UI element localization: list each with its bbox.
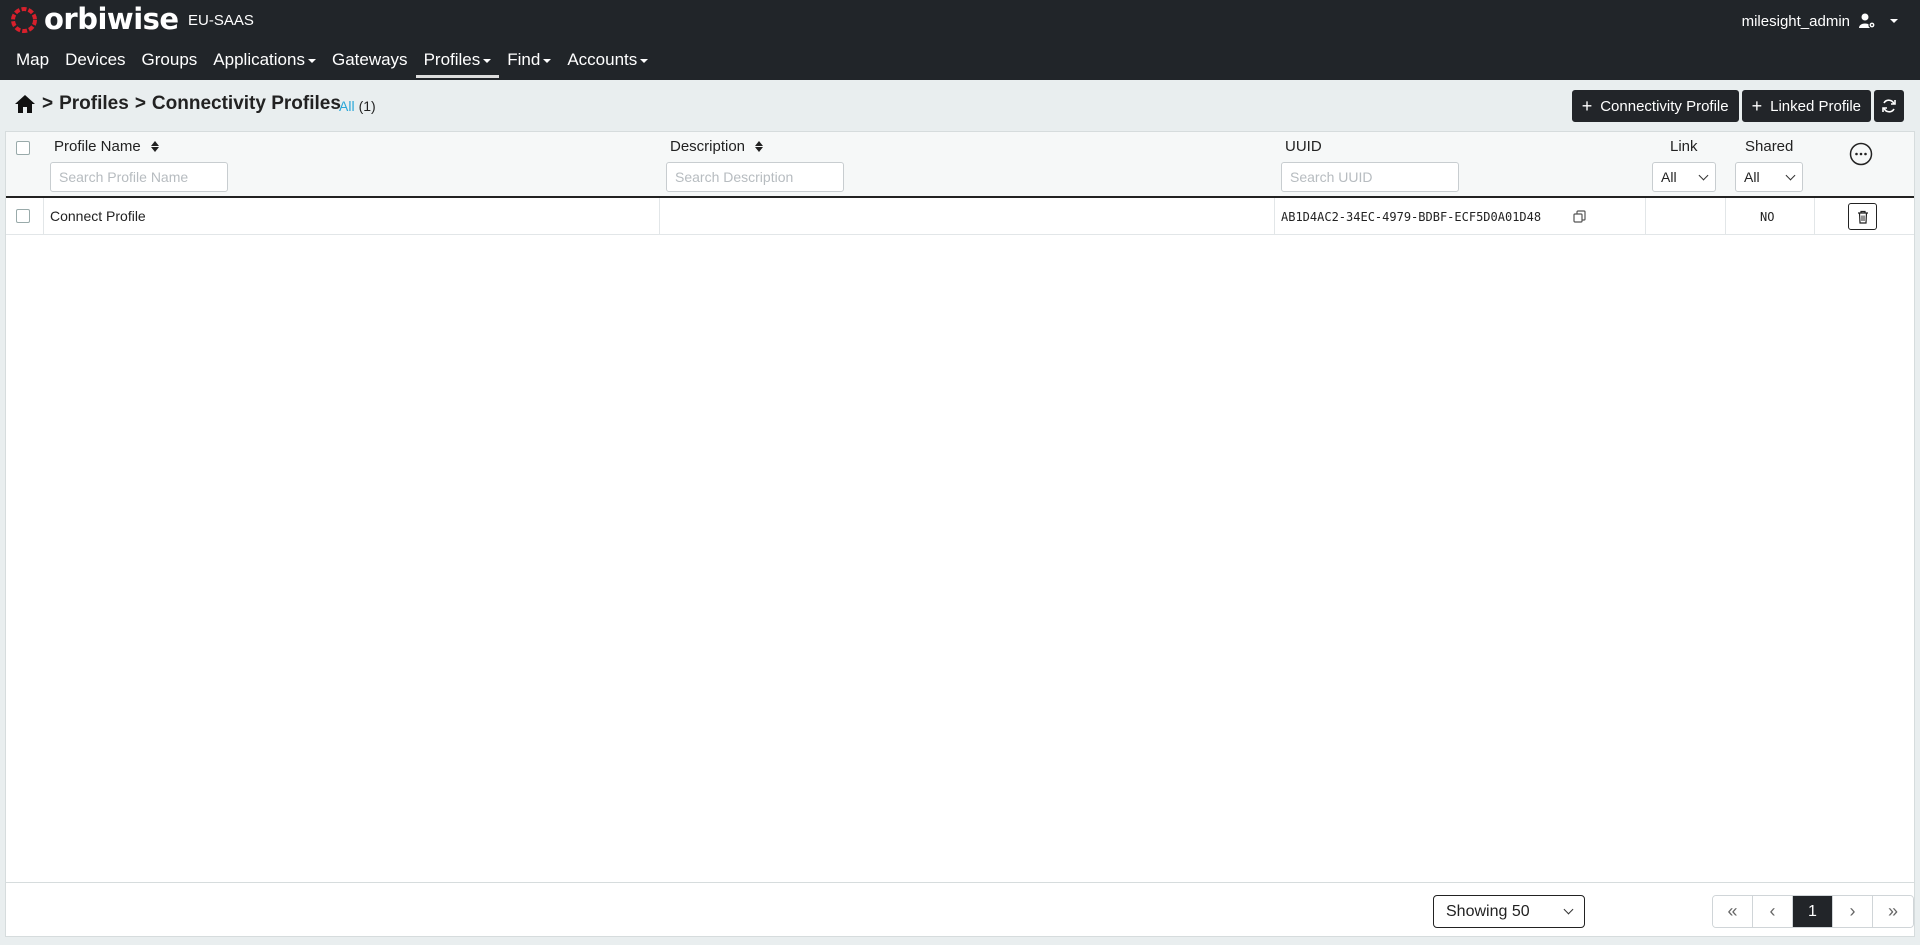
nav-profiles[interactable]: Profiles — [415, 48, 500, 80]
pagination: « ‹ 1 › » — [1712, 895, 1914, 928]
delete-button[interactable] — [1848, 203, 1877, 230]
refresh-icon — [1882, 99, 1896, 113]
plus-icon: + — [1751, 96, 1763, 116]
user-menu[interactable]: milesight_admin — [1742, 12, 1898, 30]
row-checkbox[interactable] — [16, 209, 30, 223]
shared-filter-select[interactable]: All — [1735, 162, 1803, 192]
first-page-button[interactable]: « — [1713, 896, 1753, 927]
nav-gateways[interactable]: Gateways — [324, 48, 416, 80]
nav-map-label: Map — [16, 50, 50, 69]
profile-name-cell[interactable]: Connect Profile — [50, 208, 146, 224]
column-header-uuid: UUID — [1285, 138, 1322, 155]
dropdown-caret-icon — [640, 58, 649, 63]
add-linked-profile-button[interactable]: + Linked Profile — [1741, 90, 1871, 122]
last-page-button[interactable]: » — [1873, 896, 1913, 927]
search-description-input[interactable] — [666, 162, 844, 192]
column-header-link: Link — [1670, 138, 1698, 155]
shared-cell: NO — [1760, 210, 1775, 224]
breadcrumb-separator: > — [134, 93, 146, 114]
user-menu-caret-icon — [1890, 19, 1898, 23]
toolbar-actions: + Connectivity Profile + Linked Profile — [1571, 90, 1904, 122]
nav-groups-label: Groups — [141, 50, 198, 69]
shared-filter-value: All — [1744, 169, 1760, 185]
link-filter-value: All — [1661, 169, 1677, 185]
search-profile-name-input[interactable] — [50, 162, 228, 192]
nav-profiles-label: Profiles — [423, 50, 481, 69]
prev-page-button[interactable]: ‹ — [1753, 896, 1793, 927]
nav-accounts-label: Accounts — [567, 50, 638, 69]
environment-label: EU-SAAS — [188, 12, 254, 29]
filter-all-link[interactable]: All — [339, 98, 355, 114]
breadcrumb-separator: > — [42, 93, 54, 114]
column-uuid-label: UUID — [1285, 138, 1322, 155]
chevron-down-icon — [1785, 170, 1796, 180]
main-nav: Map Devices Groups Applications Gateways… — [8, 48, 656, 80]
count-value: (1) — [358, 98, 376, 114]
nav-find[interactable]: Find — [499, 48, 559, 80]
double-chevron-left-icon: « — [1727, 901, 1738, 921]
brand-name: orbiwise — [44, 2, 179, 36]
add-connectivity-profile-button[interactable]: + Connectivity Profile — [1571, 90, 1739, 122]
nav-find-label: Find — [507, 50, 541, 69]
record-count: All (1) — [339, 98, 376, 114]
nav-devices[interactable]: Devices — [57, 48, 133, 80]
column-header-profile-name[interactable]: Profile Name — [54, 138, 159, 155]
page-size-select[interactable]: Showing 50 — [1433, 895, 1585, 928]
next-page-button[interactable]: › — [1833, 896, 1873, 927]
dropdown-caret-icon — [483, 58, 492, 63]
table-row[interactable]: Connect Profile AB1D4AC2-34EC-4979-BDBF-… — [6, 198, 1914, 235]
top-navbar: orbiwise EU-SAAS milesight_admin Map Dev… — [0, 0, 1920, 80]
nav-gateways-label: Gateways — [331, 50, 408, 69]
sort-icon — [150, 141, 159, 152]
uuid-cell: AB1D4AC2-34EC-4979-BDBF-ECF5D0A01D48 — [1281, 210, 1542, 224]
user-gear-icon — [1859, 13, 1876, 29]
username: milesight_admin — [1741, 12, 1850, 30]
nav-devices-label: Devices — [65, 50, 126, 69]
breadcrumb-connectivity-profiles: Connectivity Profiles — [151, 93, 341, 114]
current-page-button[interactable]: 1 — [1793, 896, 1833, 927]
orbiwise-logo-icon — [11, 7, 37, 33]
table-header: Profile Name Description UUID Link All S… — [6, 132, 1914, 198]
dropdown-caret-icon — [307, 58, 316, 63]
nav-groups[interactable]: Groups — [134, 48, 206, 80]
plus-icon: + — [1581, 96, 1593, 116]
refresh-button[interactable] — [1874, 90, 1904, 122]
add-linked-profile-label: Linked Profile — [1770, 97, 1861, 115]
select-all-checkbox[interactable] — [16, 141, 30, 155]
add-connectivity-profile-label: Connectivity Profile — [1600, 97, 1729, 115]
column-description-label: Description — [670, 138, 746, 155]
column-profile-name-label: Profile Name — [54, 138, 141, 155]
profiles-table-panel: Profile Name Description UUID Link All S… — [5, 131, 1915, 937]
chevron-right-icon: › — [1849, 901, 1856, 921]
dropdown-caret-icon — [543, 58, 552, 63]
nav-applications[interactable]: Applications — [205, 48, 324, 80]
column-link-label: Link — [1670, 138, 1698, 155]
column-header-description[interactable]: Description — [670, 138, 764, 155]
sort-icon — [755, 141, 764, 152]
page-size-value: Showing 50 — [1446, 902, 1530, 920]
column-shared-label: Shared — [1745, 138, 1794, 155]
chevron-left-icon: ‹ — [1769, 901, 1776, 921]
breadcrumb: > Profiles > Connectivity Profiles — [14, 93, 341, 115]
table-footer: Showing 50 « ‹ 1 › » — [6, 882, 1914, 936]
home-icon[interactable] — [14, 94, 36, 114]
copy-icon[interactable] — [1573, 210, 1586, 223]
nav-accounts[interactable]: Accounts — [559, 48, 656, 80]
column-options-icon[interactable] — [1849, 142, 1873, 166]
chevron-down-icon — [1563, 904, 1574, 915]
nav-applications-label: Applications — [213, 50, 305, 69]
breadcrumb-profiles[interactable]: Profiles — [59, 93, 129, 115]
current-page-number: 1 — [1808, 902, 1817, 920]
nav-map[interactable]: Map — [8, 48, 57, 80]
brand-logo[interactable]: orbiwise — [8, 2, 179, 36]
trash-icon — [1857, 210, 1868, 224]
link-filter-select[interactable]: All — [1652, 162, 1716, 192]
column-header-shared: Shared — [1745, 138, 1793, 155]
chevron-down-icon — [1698, 170, 1709, 180]
search-uuid-input[interactable] — [1281, 162, 1459, 192]
double-chevron-right-icon: » — [1887, 901, 1898, 921]
